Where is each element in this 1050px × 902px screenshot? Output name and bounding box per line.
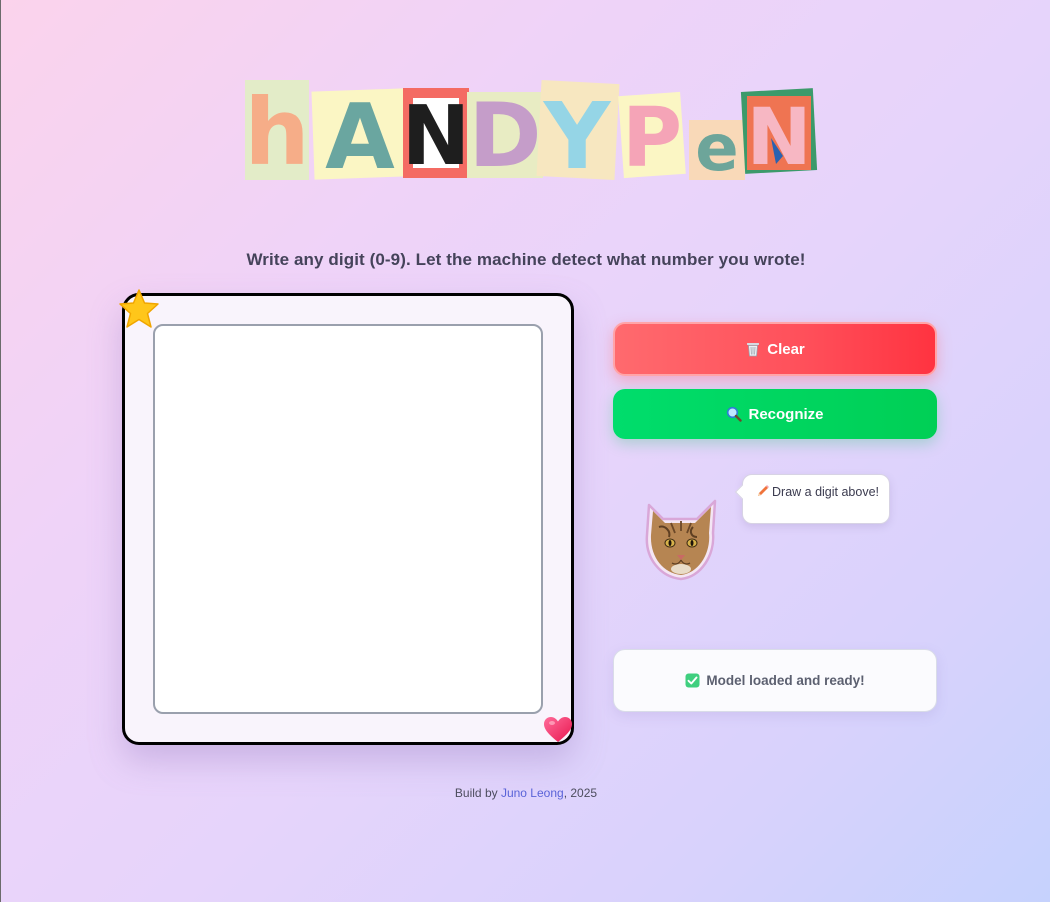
author-link[interactable]: Juno Leong — [501, 786, 564, 800]
speech-bubble-tail — [734, 484, 750, 500]
speech-bubble: Draw a digit above! — [734, 474, 890, 524]
footer-prefix: Build by — [454, 786, 501, 800]
handypen-logo: h A N D Y P e N — [243, 76, 818, 182]
recognize-button-label: Recognize — [748, 405, 824, 423]
footer-suffix: , 2025 — [563, 786, 598, 800]
canvas-frame — [119, 289, 574, 745]
logo-letter-d: D — [468, 84, 541, 182]
logo-letter-h: h — [244, 79, 310, 182]
status-text: Model loaded and ready! — [706, 673, 865, 688]
status-panel: Model loaded and ready! — [613, 649, 937, 712]
logo-letter-p: P — [622, 91, 682, 182]
heart-icon — [544, 717, 572, 742]
clear-button[interactable]: Clear — [613, 322, 937, 376]
logo-letter-n: N — [402, 89, 471, 182]
logo-letters: h A N D Y P e N — [244, 79, 818, 182]
cat-sticker — [645, 499, 717, 581]
recognize-button[interactable]: Recognize — [613, 389, 937, 439]
logo-letter-n2: N — [746, 93, 811, 182]
pencil-icon — [758, 485, 769, 496]
instructions-text: Write any digit (0-9). Let the machine d… — [246, 250, 806, 269]
speech-text: Draw a digit above! — [772, 485, 880, 499]
logo-letter-e: e — [695, 112, 738, 182]
drawing-canvas[interactable] — [153, 324, 543, 714]
clear-button-label: Clear — [767, 340, 805, 358]
star-icon — [119, 289, 159, 328]
magnifier-icon — [727, 406, 743, 422]
footer: Build by Juno Leong, 2025 — [1, 786, 1050, 800]
logo-letter-a: A — [325, 85, 395, 182]
trash-icon — [747, 343, 760, 357]
check-icon — [685, 673, 700, 688]
logo-letter-y: Y — [543, 83, 612, 182]
